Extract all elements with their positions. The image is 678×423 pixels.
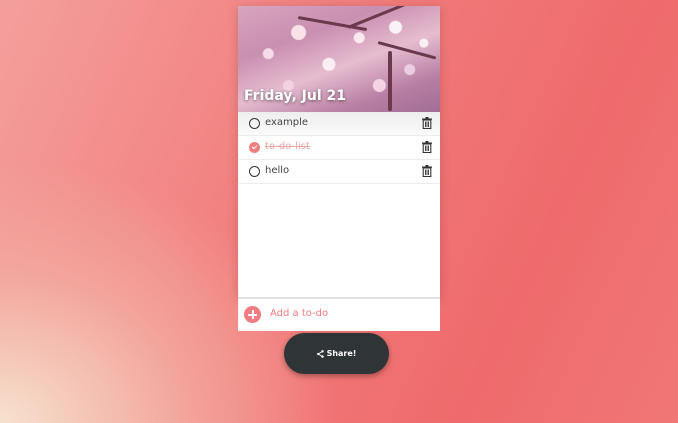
date-heading: Friday, Jul 21 bbox=[244, 88, 346, 104]
plus-circle-icon[interactable] bbox=[244, 306, 261, 323]
todo-card: Friday, Jul 21 example to-do-list hello bbox=[238, 6, 440, 298]
cherry-blossom-header-image: Friday, Jul 21 bbox=[238, 6, 440, 112]
todo-item[interactable]: hello bbox=[238, 160, 440, 184]
unchecked-circle-icon[interactable] bbox=[249, 166, 260, 177]
todo-list: example to-do-list hello bbox=[238, 112, 440, 184]
todo-label: example bbox=[265, 117, 309, 128]
trash-icon[interactable] bbox=[422, 165, 432, 177]
share-icon bbox=[316, 349, 324, 358]
todo-item[interactable]: example bbox=[238, 112, 440, 136]
share-button[interactable]: Share! bbox=[284, 333, 389, 374]
add-todo-bar[interactable]: Add a to-do bbox=[238, 297, 440, 331]
todo-label: to-do-list bbox=[265, 141, 310, 152]
add-todo-input[interactable]: Add a to-do bbox=[270, 308, 328, 319]
share-label: Share! bbox=[326, 349, 357, 358]
trash-icon[interactable] bbox=[422, 141, 432, 153]
checked-circle-icon[interactable] bbox=[249, 142, 260, 153]
unchecked-circle-icon[interactable] bbox=[249, 118, 260, 129]
trash-icon[interactable] bbox=[422, 117, 432, 129]
todo-item[interactable]: to-do-list bbox=[238, 136, 440, 160]
todo-label: hello bbox=[265, 165, 290, 176]
